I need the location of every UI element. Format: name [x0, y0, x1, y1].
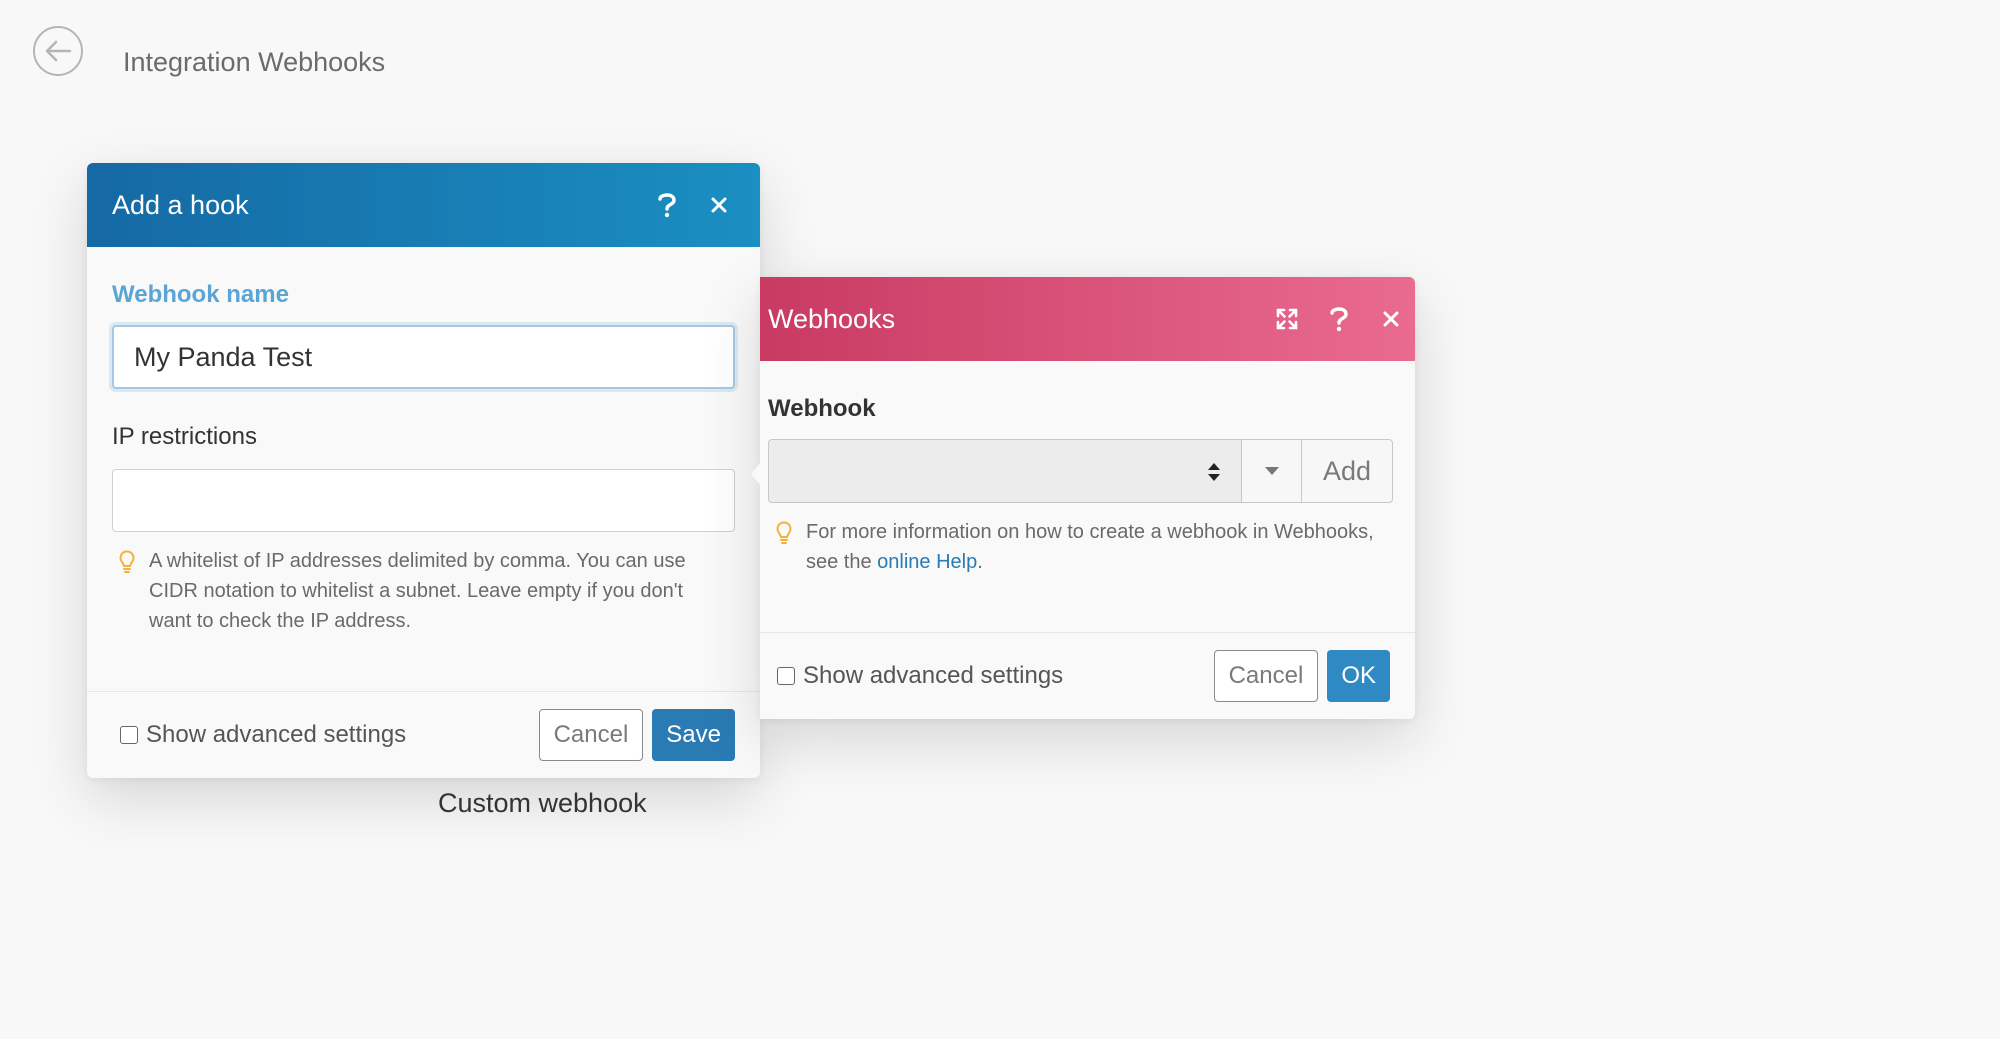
webhook-name-label: Webhook name — [112, 281, 289, 308]
module-label: Custom webhook — [438, 788, 647, 818]
add-hook-dialog: Add a hook Webhook name IP restrictions … — [87, 163, 760, 778]
ok-button[interactable]: OK — [1327, 650, 1390, 702]
lightbulb-icon — [119, 546, 135, 636]
add-webhook-button[interactable]: Add — [1301, 439, 1393, 503]
add-hook-header: Add a hook — [87, 163, 760, 247]
arrow-left-circle-icon — [45, 40, 72, 62]
save-button[interactable]: Save — [652, 709, 735, 761]
show-advanced-settings-label: Show advanced settings — [803, 662, 1064, 689]
page-title: Integration Webhooks — [123, 47, 386, 77]
online-help-link[interactable]: online Help — [877, 551, 977, 573]
caret-down-icon — [1264, 467, 1279, 475]
lightbulb-icon — [776, 517, 792, 577]
sort-arrows-icon — [1208, 463, 1220, 481]
ip-restrictions-hint: A whitelist of IP addresses delimited by… — [119, 546, 719, 636]
webhook-label: Webhook — [768, 395, 876, 422]
webhooks-header: Webhooks — [760, 277, 1415, 361]
webhooks-hint-text: For more information on how to create a … — [806, 517, 1376, 577]
show-advanced-settings-checkbox[interactable]: Show advanced settings — [777, 662, 1214, 690]
cancel-button[interactable]: Cancel — [538, 709, 644, 761]
webhook-select[interactable] — [768, 439, 1241, 503]
show-advanced-settings-label: Show advanced settings — [146, 721, 407, 748]
expand-icon[interactable] — [1271, 303, 1303, 335]
help-icon[interactable] — [651, 189, 683, 221]
webhook-name-input[interactable] — [112, 325, 735, 389]
webhook-dropdown-button[interactable] — [1241, 439, 1301, 503]
checkbox-box[interactable] — [120, 726, 138, 744]
webhooks-title: Webhooks — [768, 303, 896, 334]
add-hook-title: Add a hook — [112, 189, 249, 220]
dialog-pointer — [751, 462, 761, 486]
close-icon[interactable] — [1375, 303, 1407, 335]
webhooks-dialog: Webhooks Webhook Add For more informatio… — [751, 277, 1415, 719]
close-icon[interactable] — [703, 189, 735, 221]
hint-text: A whitelist of IP addresses delimited by… — [149, 550, 686, 632]
ip-restrictions-input[interactable] — [112, 469, 735, 532]
back-button[interactable] — [33, 26, 83, 76]
help-icon[interactable] — [1323, 303, 1355, 335]
webhooks-footer: Show advanced settings Cancel OK — [760, 632, 1415, 719]
cancel-button[interactable]: Cancel — [1213, 650, 1319, 702]
ip-restrictions-label: IP restrictions — [112, 423, 257, 450]
webhooks-hint: For more information on how to create a … — [776, 517, 1376, 577]
add-hook-footer: Show advanced settings Cancel Save — [87, 691, 760, 778]
checkbox-box[interactable] — [777, 667, 795, 685]
show-advanced-settings-checkbox[interactable]: Show advanced settings — [120, 721, 539, 749]
webhook-select-group: Add — [768, 439, 1393, 503]
hint-suffix: . — [977, 551, 983, 573]
